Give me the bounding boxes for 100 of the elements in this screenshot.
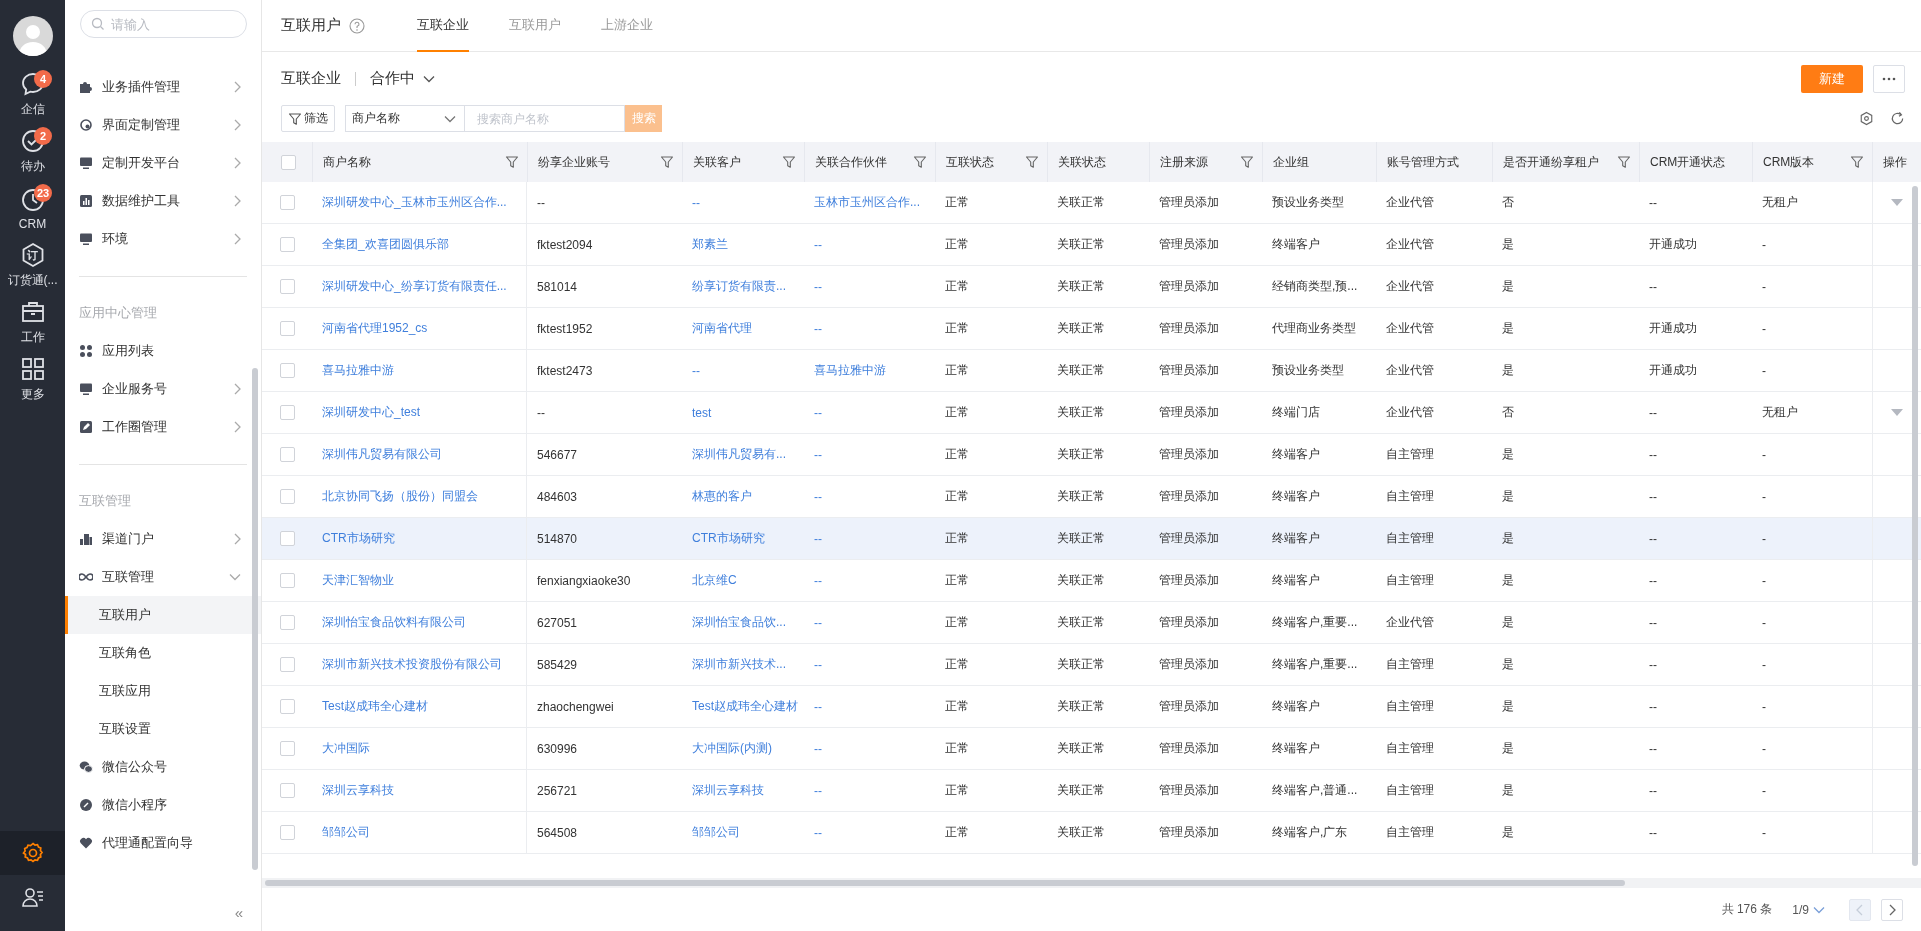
caret-down-icon[interactable] <box>1891 199 1903 206</box>
column-header[interactable]: 互联状态 <box>946 153 1021 171</box>
table-link[interactable]: 河南省代理 <box>692 320 752 337</box>
table-link[interactable]: -- <box>814 489 822 504</box>
rail-nav-item[interactable]: CRM 23 <box>0 180 65 237</box>
sidebar-item[interactable]: 数据维护工具 <box>65 182 261 220</box>
row-checkbox[interactable] <box>279 573 295 588</box>
sidebar-item[interactable]: 互联管理 <box>65 558 261 596</box>
filter-icon[interactable] <box>1850 155 1864 169</box>
sidebar-subitem[interactable]: 互联设置 <box>65 710 261 748</box>
row-checkbox[interactable] <box>279 237 295 252</box>
column-header[interactable]: 操作 <box>1883 153 1913 171</box>
table-row[interactable]: 深圳研发中心_玉林市玉州区合作... -- -- 玉林市玉州区合作... 正常 关联正常 管理员添加 预设业务类型 企业代管 否 -- 无租户 <box>262 182 1921 224</box>
table-link[interactable]: CTR市场研究 <box>322 530 395 547</box>
table-link[interactable]: 林惠的客户 <box>692 488 752 505</box>
select-all-checkbox[interactable] <box>280 154 296 170</box>
row-checkbox[interactable] <box>279 279 295 294</box>
sidebar-item[interactable]: 界面定制管理 <box>65 106 261 144</box>
table-link[interactable]: CTR市场研究 <box>692 530 765 547</box>
sidebar-subitem[interactable]: 互联应用 <box>65 672 261 710</box>
table-link[interactable]: 深圳怡宝食品饮... <box>692 614 786 631</box>
search-input[interactable]: 请输入 <box>111 16 231 32</box>
sidebar-item[interactable]: 代理通配置向导 <box>65 824 261 862</box>
table-link[interactable]: 喜马拉雅中游 <box>814 362 886 379</box>
row-checkbox[interactable] <box>279 531 295 546</box>
table-link[interactable]: -- <box>814 573 822 588</box>
table-link[interactable]: -- <box>814 783 822 798</box>
page-select[interactable]: 1/9 <box>1792 902 1825 917</box>
sidebar-subitem[interactable]: 互联角色 <box>65 634 261 672</box>
row-checkbox[interactable] <box>279 699 295 714</box>
filter-icon[interactable] <box>913 155 927 169</box>
row-checkbox[interactable] <box>279 657 295 672</box>
filter-icon[interactable] <box>660 155 674 169</box>
scrollbar-thumb[interactable] <box>1912 186 1918 866</box>
collapse-button[interactable]: « <box>234 904 243 921</box>
row-checkbox[interactable] <box>279 405 295 420</box>
column-header[interactable]: 注册来源 <box>1160 153 1236 171</box>
avatar[interactable] <box>12 16 53 56</box>
table-link[interactable]: -- <box>814 405 822 420</box>
more-button[interactable] <box>1873 64 1905 93</box>
table-link[interactable]: 大冲国际(内测) <box>692 740 772 757</box>
table-link[interactable]: 北京协同飞扬（股份）同盟会 <box>322 488 478 505</box>
table-link[interactable]: -- <box>814 447 822 462</box>
table-link[interactable]: 邹邹公司 <box>322 824 370 841</box>
column-header[interactable]: CRM版本 <box>1763 153 1846 171</box>
column-header[interactable]: 商户名称 <box>323 153 501 171</box>
row-checkbox[interactable] <box>279 489 295 504</box>
column-header[interactable]: 是否开通纷享租户 <box>1503 153 1613 171</box>
table-link[interactable]: -- <box>692 195 700 210</box>
table-link[interactable]: 深圳研发中心_纷享订货有限责任... <box>322 278 507 295</box>
table-link[interactable]: -- <box>814 237 822 252</box>
table-link[interactable]: test <box>692 405 712 420</box>
column-header[interactable]: 关联客户 <box>693 153 778 171</box>
table-link[interactable]: -- <box>814 741 822 756</box>
rail-nav-item[interactable]: 更多 <box>0 351 65 408</box>
tab[interactable]: 互联企业 <box>417 0 469 52</box>
table-link[interactable]: 大冲国际 <box>322 740 370 757</box>
sidebar-item[interactable]: 微信小程序 <box>65 786 261 824</box>
table-link[interactable]: 深圳怡宝食品饮料有限公司 <box>322 614 466 631</box>
column-header[interactable]: 账号管理方式 <box>1387 153 1484 171</box>
caret-down-icon[interactable] <box>1891 409 1903 416</box>
row-checkbox[interactable] <box>279 363 295 378</box>
table-row[interactable]: CTR市场研究 514870 CTR市场研究 -- 正常 关联正常 管理员添加 终端客户 自主管理 是 -- - <box>262 518 1921 560</box>
settings-button[interactable] <box>1859 111 1874 126</box>
filter-icon[interactable] <box>1617 155 1631 169</box>
refresh-button[interactable] <box>1890 111 1905 126</box>
row-checkbox[interactable] <box>279 741 295 756</box>
column-header[interactable]: 纷享企业账号 <box>538 153 656 171</box>
table-link[interactable]: 深圳伟凡贸易有限公司 <box>322 446 442 463</box>
table-link[interactable]: -- <box>814 699 822 714</box>
sidebar-subitem[interactable]: 互联用户 <box>65 596 261 634</box>
table-link[interactable]: -- <box>814 279 822 294</box>
row-checkbox[interactable] <box>279 615 295 630</box>
table-link[interactable]: 深圳市新兴技术... <box>692 656 786 673</box>
table-link[interactable]: 纷享订货有限责... <box>692 278 786 295</box>
search-field[interactable]: 搜索商户名称 <box>465 105 625 132</box>
rail-nav-item[interactable]: 企信 4 <box>0 66 65 123</box>
filter-button[interactable]: 筛选 <box>281 105 335 132</box>
table-link[interactable]: -- <box>814 615 822 630</box>
row-checkbox[interactable] <box>279 783 295 798</box>
next-page-button[interactable] <box>1881 898 1903 921</box>
table-link[interactable]: 河南省代理1952_cs <box>322 320 428 337</box>
filter-icon[interactable] <box>1025 155 1039 169</box>
table-link[interactable]: -- <box>692 363 700 378</box>
sidebar-item[interactable]: 微信公众号 <box>65 748 261 786</box>
table-link[interactable]: -- <box>814 657 822 672</box>
scrollbar-thumb[interactable] <box>252 368 258 870</box>
row-checkbox[interactable] <box>279 825 295 840</box>
rail-nav-item[interactable]: 订 订货通(... <box>0 237 65 294</box>
row-checkbox[interactable] <box>279 447 295 462</box>
scrollbar-thumb[interactable] <box>265 880 1625 886</box>
sidebar-item[interactable]: 应用列表 <box>65 332 261 370</box>
filter-icon[interactable] <box>782 155 796 169</box>
field-select[interactable]: 商户名称 <box>345 105 465 132</box>
table-link[interactable]: -- <box>814 825 822 840</box>
table-link[interactable]: Test赵成玮全心建材 <box>692 698 798 715</box>
status-dropdown[interactable]: 合作中 <box>370 69 435 88</box>
table-link[interactable]: 深圳市新兴技术投资股份有限公司 <box>322 656 502 673</box>
table-link[interactable]: 深圳云享科技 <box>322 782 394 799</box>
sidebar-item[interactable]: 业务插件管理 <box>65 68 261 106</box>
